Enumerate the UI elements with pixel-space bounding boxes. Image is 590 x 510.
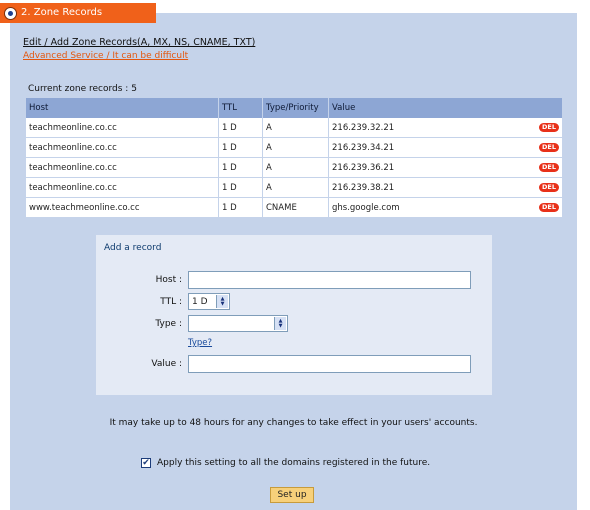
add-record-form: Add a record Host : TTL : 1 D ▲ ▼ Type : … [96,235,492,395]
host-input[interactable] [188,271,471,289]
record-value-cell: 216.239.32.21 DEL [328,118,562,138]
delete-record-button[interactable]: DEL [539,123,559,132]
record-type: A [262,157,329,178]
record-value: 216.239.32.21 [332,122,395,133]
apply-future-label: Apply this setting to all the domains re… [157,458,431,468]
radio-selected-icon [4,6,17,20]
propagation-notice: It may take up to 48 hours for any chang… [109,418,478,428]
zone-records-table: Host TTL Type/Priority Value teachmeonli… [26,98,562,218]
host-label: Host : [155,275,182,285]
value-input[interactable] [188,355,471,373]
apply-future-checkbox[interactable]: ✔ [141,458,151,468]
record-count: Current zone records : 5 [28,84,137,94]
column-header-ttl: TTL [218,98,263,118]
record-value-cell: 216.239.38.21 DEL [328,177,562,198]
section-title: Edit / Add Zone Records(A, MX, NS, CNAME… [23,37,256,48]
advanced-service-link[interactable]: Advanced Service / It can be difficult [23,51,188,61]
column-header-value: Value [328,98,562,118]
record-host: teachmeonline.co.cc [26,157,219,178]
record-host: teachmeonline.co.cc [26,177,219,198]
zone-records-panel: Edit / Add Zone Records(A, MX, NS, CNAME… [10,13,577,510]
record-value-cell: ghs.google.com DEL [328,197,562,218]
record-ttl: 1 D [218,157,263,178]
delete-record-button[interactable]: DEL [539,183,559,192]
spinner-arrows-icon[interactable]: ▲ ▼ [216,295,228,308]
record-value: ghs.google.com [332,202,400,213]
record-ttl: 1 D [218,137,263,158]
ttl-selected-value: 1 D [192,296,208,307]
ttl-select[interactable]: 1 D ▲ ▼ [188,293,230,310]
delete-record-button[interactable]: DEL [539,163,559,172]
record-host: teachmeonline.co.cc [26,137,219,158]
delete-record-button[interactable]: DEL [539,143,559,152]
zone-records-tab[interactable]: 2. Zone Records [0,3,156,23]
record-host: www.teachmeonline.co.cc [26,197,219,218]
record-type: A [262,177,329,198]
record-value: 216.239.34.21 [332,142,395,153]
record-value: 216.239.38.21 [332,182,395,193]
record-ttl: 1 D [218,118,263,138]
record-value-cell: 216.239.34.21 DEL [328,137,562,158]
record-ttl: 1 D [218,177,263,198]
table-row: teachmeonline.co.cc 1 D A 216.239.36.21 … [26,157,562,178]
record-value-cell: 216.239.36.21 DEL [328,157,562,178]
record-ttl: 1 D [218,197,263,218]
delete-record-button[interactable]: DEL [539,203,559,212]
table-row: teachmeonline.co.cc 1 D A 216.239.34.21 … [26,137,562,158]
table-header-row: Host TTL Type/Priority Value [26,98,562,118]
record-value: 216.239.36.21 [332,162,395,173]
table-row: www.teachmeonline.co.cc 1 D CNAME ghs.go… [26,197,562,218]
column-header-host: Host [26,98,219,118]
record-type: CNAME [262,197,329,218]
table-row: teachmeonline.co.cc 1 D A 216.239.38.21 … [26,177,562,198]
record-type: A [262,118,329,138]
record-host: teachmeonline.co.cc [26,118,219,138]
spinner-arrows-icon[interactable]: ▲ ▼ [274,317,286,330]
record-type: A [262,137,329,158]
value-label: Value : [151,359,182,369]
table-row: teachmeonline.co.cc 1 D A 216.239.32.21 … [26,118,562,138]
apply-setting-row: ✔ Apply this setting to all the domains … [141,458,430,468]
column-header-type: Type/Priority [262,98,329,118]
ttl-label: TTL : [160,297,182,307]
type-label: Type : [155,319,182,329]
type-help-link[interactable]: Type? [188,338,212,348]
add-record-title: Add a record [104,243,162,253]
type-select[interactable]: ▲ ▼ [188,315,288,332]
tab-label: 2. Zone Records [21,7,103,18]
setup-button[interactable]: Set up [270,487,314,503]
checkmark-icon: ✔ [142,458,150,468]
